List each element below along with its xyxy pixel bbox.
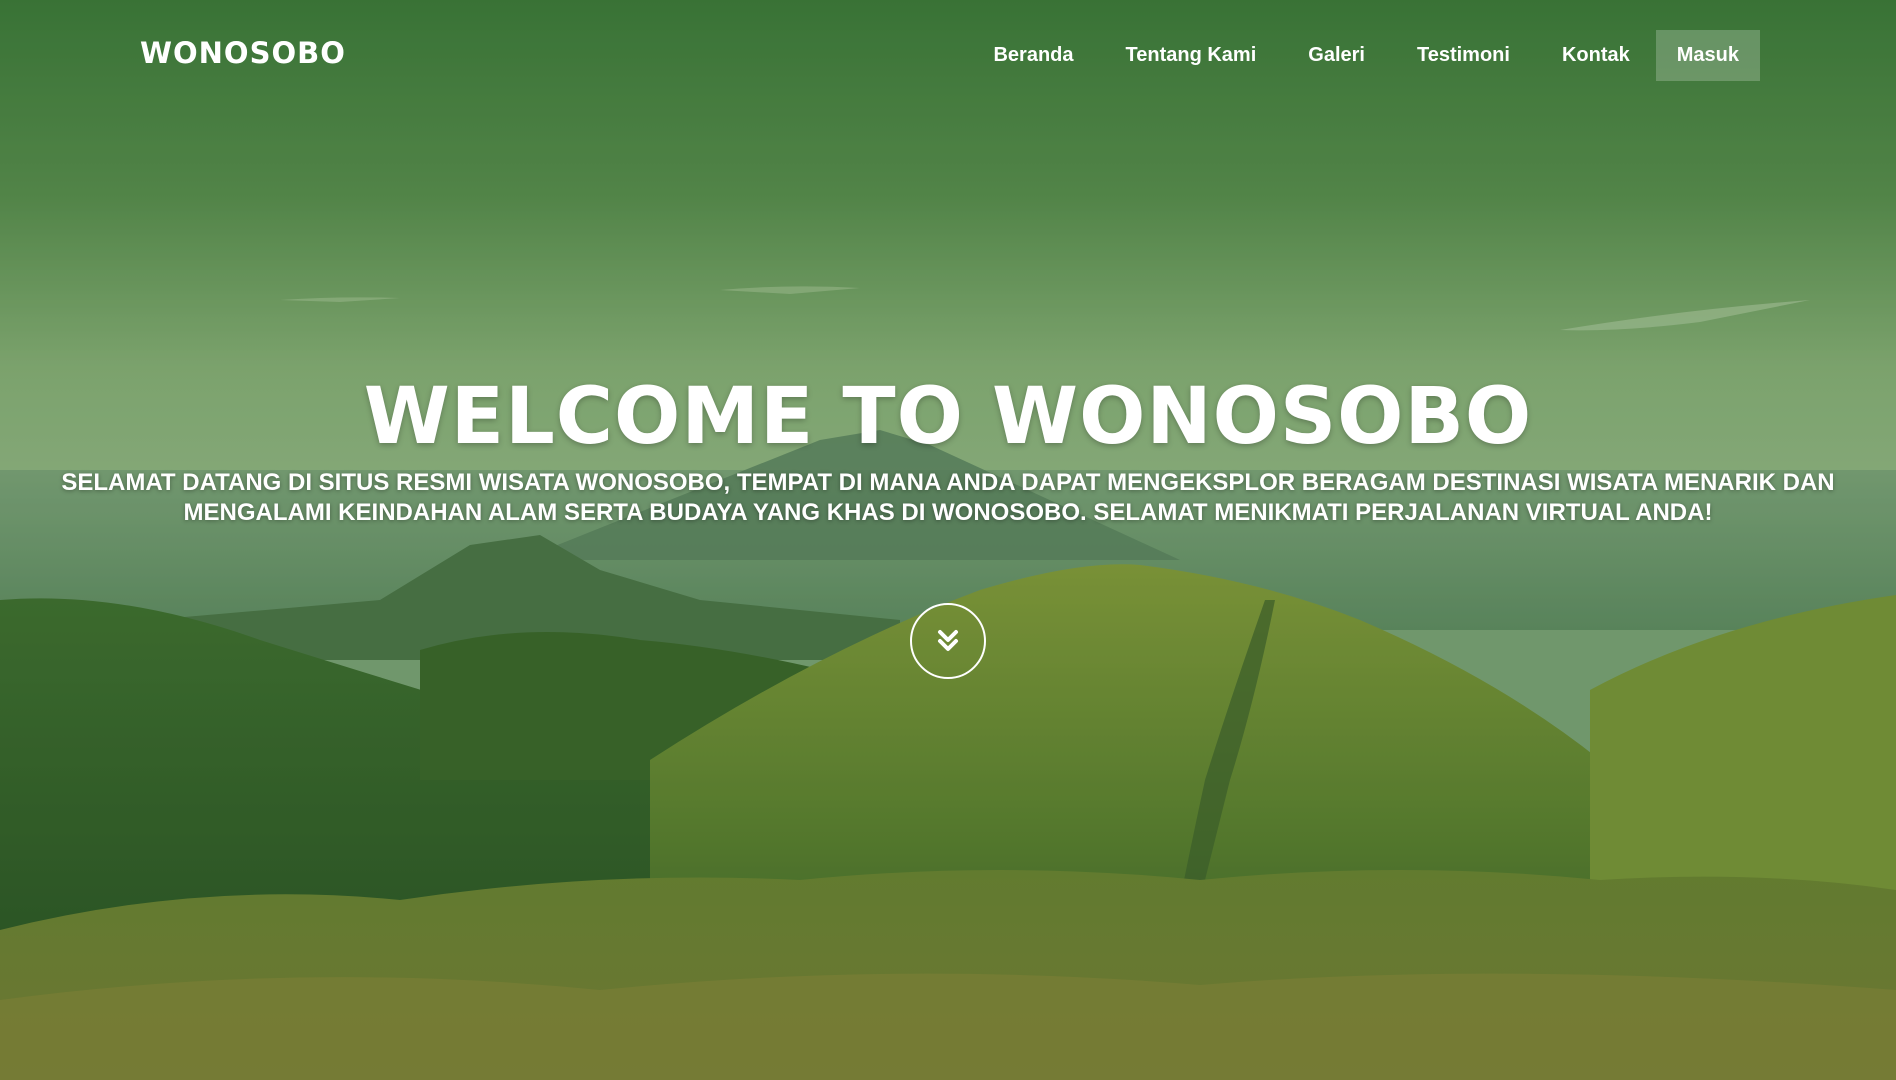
scroll-down-button[interactable] (910, 603, 986, 679)
nav-item-testimoni[interactable]: Testimoni (1391, 30, 1536, 81)
login-button[interactable]: Masuk (1655, 30, 1760, 81)
nav-item-beranda[interactable]: Beranda (967, 30, 1099, 81)
hero-title: WELCOME TO WONOSOBO (363, 372, 1533, 462)
page: WONOSOBO Beranda Tentang Kami Galeri Tes… (0, 0, 1896, 1080)
hero-subtitle: SELAMAT DATANG DI SITUS RESMI WISATA WON… (61, 469, 1835, 526)
nav-menu: Beranda Tentang Kami Galeri Testimoni Ko… (967, 30, 1760, 81)
brand-logo[interactable]: WONOSOBO (140, 36, 346, 70)
double-chevron-down-icon (938, 630, 958, 651)
nav-item-tentang-kami[interactable]: Tentang Kami (1100, 30, 1283, 81)
navbar: WONOSOBO Beranda Tentang Kami Galeri Tes… (0, 0, 1896, 110)
nav-item-kontak[interactable]: Kontak (1536, 30, 1656, 81)
hero-background-image (0, 0, 1896, 1080)
nav-item-galeri[interactable]: Galeri (1282, 30, 1391, 81)
